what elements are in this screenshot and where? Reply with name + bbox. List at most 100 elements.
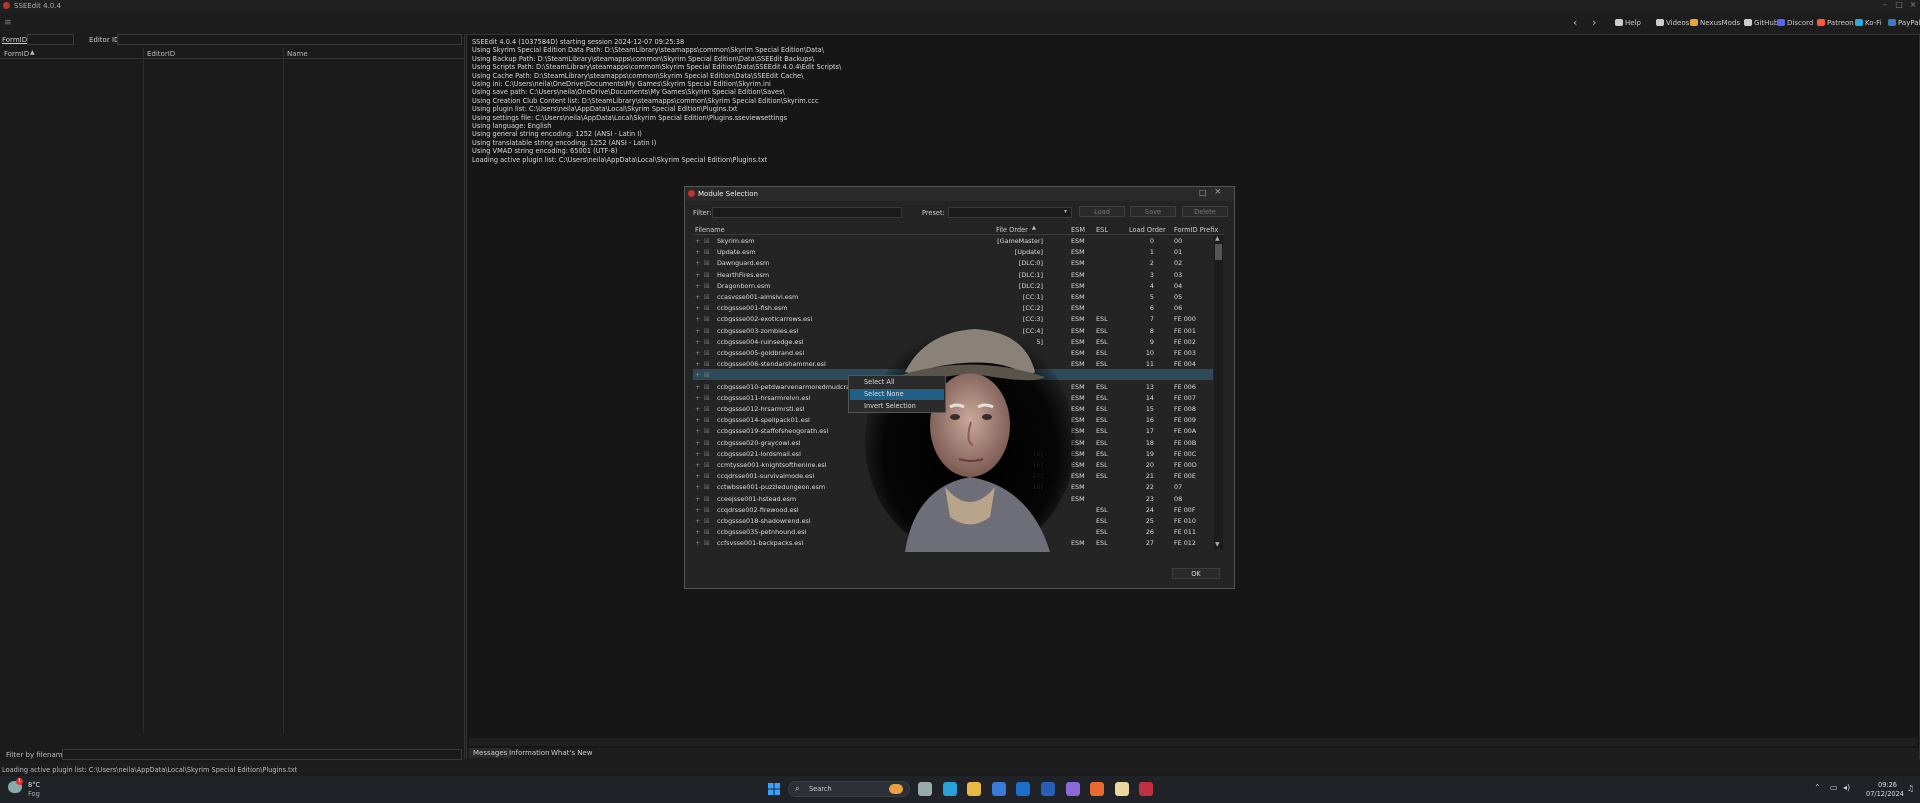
module-row[interactable]: + ☒ Dragonborn.esm [DLC:2] ESM 4 04 <box>693 280 1213 291</box>
file-explorer-icon[interactable] <box>967 782 982 796</box>
toolbar-link-videos[interactable]: Videos <box>1656 19 1689 27</box>
notes-icon[interactable] <box>1114 782 1129 796</box>
delete-button[interactable]: Delete <box>1182 206 1228 217</box>
expand-icon[interactable]: + <box>695 293 700 301</box>
notification-bell-icon[interactable]: ♫ <box>1907 784 1914 793</box>
expand-icon[interactable]: + <box>695 450 700 458</box>
toolbar-link-help[interactable]: Help <box>1615 19 1641 27</box>
expand-icon[interactable]: + <box>695 416 700 424</box>
checkbox-icon[interactable]: ☒ <box>704 271 710 279</box>
toolbar-link-patreon[interactable]: Patreon <box>1817 19 1854 27</box>
clock-time[interactable]: 09:26 <box>1878 781 1897 789</box>
checkbox-icon[interactable]: ☒ <box>704 495 710 503</box>
checkbox-icon[interactable]: ☒ <box>704 416 710 424</box>
toolbar-link-github[interactable]: GitHub <box>1744 19 1778 27</box>
column-editorid[interactable]: EditorID <box>147 50 175 58</box>
column-esl[interactable]: ESL <box>1096 226 1108 234</box>
checkbox-icon[interactable]: ☒ <box>704 383 710 391</box>
checkbox-icon[interactable]: ☒ <box>704 237 710 245</box>
minimize-icon[interactable]: – <box>1878 0 1892 12</box>
module-row[interactable]: + ☒ Skyrim.esm [GameMaster] ESM 0 00 <box>693 235 1213 246</box>
maximize-icon[interactable]: □ <box>1199 188 1207 197</box>
expand-icon[interactable]: + <box>695 360 700 368</box>
module-row[interactable]: + ☒ ccbgssse001-fish.esm [CC:2] ESM 6 06 <box>693 302 1213 313</box>
network-icon[interactable]: ▭ <box>1830 783 1838 792</box>
sseedit-taskbar-icon[interactable] <box>1139 782 1154 796</box>
checkbox-icon[interactable]: ☒ <box>704 461 710 469</box>
column-name[interactable]: Name <box>287 50 308 58</box>
chevron-up-icon[interactable]: ⌃ <box>1814 783 1821 792</box>
expand-icon[interactable]: + <box>695 539 700 547</box>
outlook-icon[interactable] <box>1016 782 1031 796</box>
file-viewer-icon[interactable] <box>918 782 932 796</box>
expand-icon[interactable]: + <box>695 315 700 323</box>
maximize-icon[interactable]: □ <box>1892 0 1906 12</box>
save-button[interactable]: Save <box>1130 206 1176 217</box>
module-row[interactable]: + ☒ Dawnguard.esm [DLC:0] ESM 2 02 <box>693 257 1213 268</box>
checkbox-icon[interactable]: ☒ <box>704 349 710 357</box>
tab-whats-new[interactable]: What's New <box>547 748 596 758</box>
scroll-up-icon[interactable]: ▲ <box>1215 235 1220 242</box>
expand-icon[interactable]: + <box>695 506 700 514</box>
expand-icon[interactable]: + <box>695 371 700 379</box>
column-file-order[interactable]: File Order <box>996 226 1028 234</box>
toolbar-link-discord[interactable]: Discord <box>1777 19 1813 27</box>
load-button[interactable]: Load <box>1079 206 1125 217</box>
checkbox-icon[interactable]: ☒ <box>704 483 710 491</box>
column-formid[interactable]: FormID <box>4 50 29 58</box>
expand-icon[interactable]: + <box>695 271 700 279</box>
vertical-scrollbar[interactable]: ▲ ▼ <box>1214 235 1223 549</box>
checkbox-icon[interactable]: ☒ <box>704 506 710 514</box>
expand-icon[interactable]: + <box>695 282 700 290</box>
checkbox-icon[interactable]: ☒ <box>704 405 710 413</box>
checkbox-icon[interactable]: ☒ <box>704 371 710 379</box>
store-icon[interactable] <box>991 782 1006 796</box>
checkbox-icon[interactable]: ☒ <box>704 450 710 458</box>
expand-icon[interactable]: + <box>695 327 700 335</box>
windows-start-icon[interactable] <box>768 783 780 795</box>
toolbar-link-nexusmods[interactable]: NexusMods <box>1690 19 1740 27</box>
filter-by-filename-input[interactable] <box>62 749 462 760</box>
editorid-input[interactable] <box>117 34 462 45</box>
checkbox-icon[interactable]: ☒ <box>704 394 710 402</box>
expand-icon[interactable]: + <box>695 259 700 267</box>
back-arrow-icon[interactable]: ‹ <box>1573 16 1577 29</box>
checkbox-icon[interactable]: ☒ <box>704 528 710 536</box>
column-load-order[interactable]: Load Order <box>1129 226 1166 234</box>
column-filename[interactable]: Filename <box>695 226 725 234</box>
expand-icon[interactable]: + <box>695 495 700 503</box>
volume-icon[interactable]: ◂) <box>1843 783 1850 792</box>
hamburger-menu-icon[interactable]: ≡ <box>4 18 12 28</box>
expand-icon[interactable]: + <box>695 439 700 447</box>
checkbox-icon[interactable]: ☒ <box>704 439 710 447</box>
menu-item-invert-selection[interactable]: Invert Selection <box>850 401 944 412</box>
module-row[interactable]: + ☒ ccasvsse001-almsivi.esm [CC:1] ESM 5 05 <box>693 291 1213 302</box>
checkbox-icon[interactable]: ☒ <box>704 259 710 267</box>
clock-date[interactable]: 07/12/2024 <box>1866 790 1904 798</box>
checkbox-icon[interactable]: ☒ <box>704 338 710 346</box>
checkbox-icon[interactable]: ☒ <box>704 427 710 435</box>
column-esm[interactable]: ESM <box>1071 226 1085 234</box>
preset-select[interactable]: ▾ <box>948 207 1072 218</box>
expand-icon[interactable]: + <box>695 472 700 480</box>
close-icon[interactable]: × <box>1214 187 1222 197</box>
expand-icon[interactable]: + <box>695 338 700 346</box>
checkbox-icon[interactable]: ☒ <box>704 315 710 323</box>
module-row[interactable]: + ☒ HearthFires.esm [DLC:1] ESM 3 03 <box>693 269 1213 280</box>
checkbox-icon[interactable]: ☒ <box>704 360 710 368</box>
scrollbar-thumb[interactable] <box>1215 244 1222 260</box>
expand-icon[interactable]: + <box>695 528 700 536</box>
module-row[interactable]: + ☒ Update.esm [Update] ESM 1 01 <box>693 246 1213 257</box>
checkbox-icon[interactable]: ☒ <box>704 327 710 335</box>
ok-button[interactable]: OK <box>1172 568 1220 579</box>
checkbox-icon[interactable]: ☒ <box>704 293 710 301</box>
close-icon[interactable]: × <box>1906 0 1920 12</box>
expand-icon[interactable]: + <box>695 483 700 491</box>
scroll-down-icon[interactable]: ▼ <box>1215 541 1220 548</box>
toolbar-link-ko-fi[interactable]: Ko-Fi <box>1855 19 1882 27</box>
toolbar-link-paypal[interactable]: PayPal <box>1888 19 1920 27</box>
expand-icon[interactable]: + <box>695 517 700 525</box>
checkbox-icon[interactable]: ☒ <box>704 248 710 256</box>
edge-browser-icon[interactable] <box>942 782 957 796</box>
expand-icon[interactable]: + <box>695 237 700 245</box>
